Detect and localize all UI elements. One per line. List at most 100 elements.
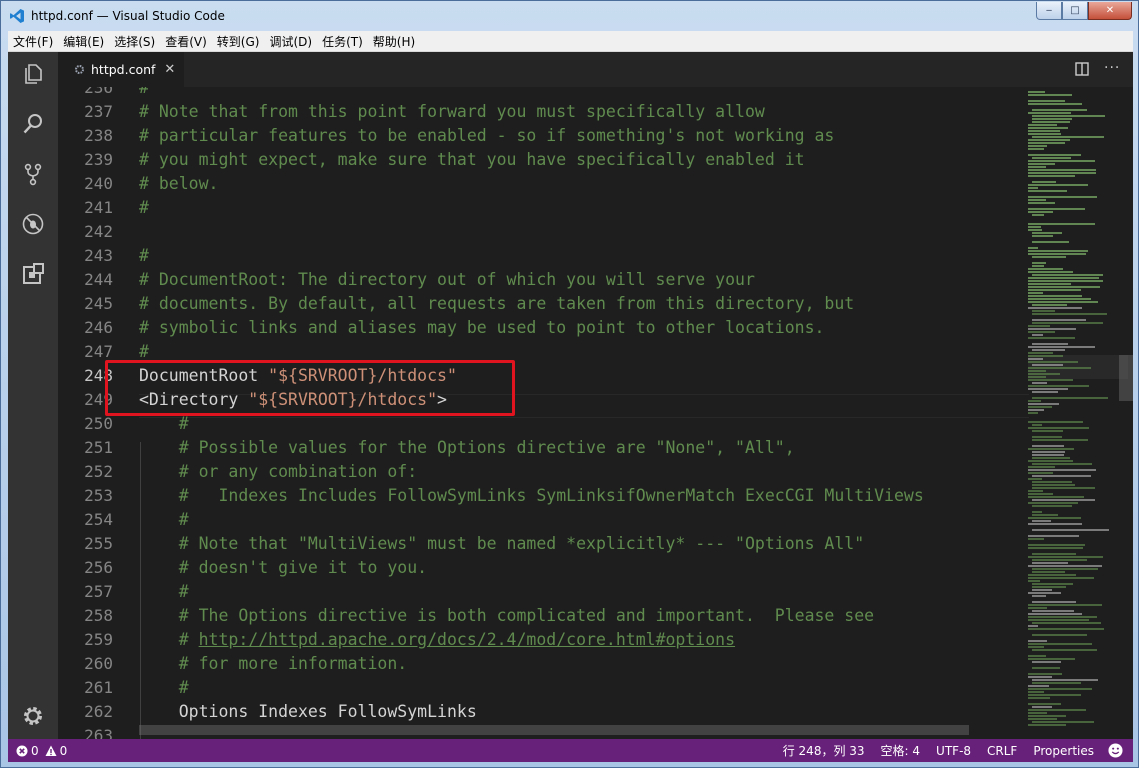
code-line[interactable]: # Note that "MultiViews" must be named *… bbox=[139, 532, 864, 556]
search-icon[interactable] bbox=[21, 112, 45, 136]
minimap-line bbox=[1028, 175, 1075, 177]
encoding[interactable]: UTF-8 bbox=[928, 744, 979, 758]
minimap-line bbox=[1028, 196, 1097, 198]
error-icon bbox=[16, 745, 28, 756]
minimap-line bbox=[1028, 448, 1074, 450]
minimap-line bbox=[1028, 100, 1065, 102]
minimap-line bbox=[1032, 181, 1056, 183]
minimap-line bbox=[1032, 382, 1047, 384]
minimap-line bbox=[1028, 427, 1089, 429]
minimap-line bbox=[1028, 640, 1047, 642]
close-window-button[interactable]: ✕ bbox=[1088, 2, 1132, 20]
explorer-icon[interactable] bbox=[21, 62, 45, 86]
feedback-smiley-icon[interactable] bbox=[1108, 743, 1123, 758]
code-line[interactable]: # bbox=[139, 508, 189, 532]
annotation-highlight-box bbox=[105, 360, 515, 416]
menu-edit[interactable]: 编辑(E) bbox=[58, 33, 109, 50]
code-line[interactable]: # Note that from this point forward you … bbox=[139, 100, 765, 124]
code-line[interactable]: # Indexes Includes FollowSymLinks SymLin… bbox=[139, 484, 924, 508]
code-line[interactable]: # bbox=[139, 580, 189, 604]
vertical-scrollbar[interactable] bbox=[1119, 87, 1133, 739]
minimap-line bbox=[1032, 634, 1087, 636]
code-link[interactable]: http://httpd.apache.org/docs/2.4/mod/cor… bbox=[199, 630, 735, 649]
minimap-line bbox=[1028, 166, 1046, 168]
code-line[interactable]: # bbox=[139, 196, 149, 220]
code-line[interactable]: # bbox=[139, 87, 149, 100]
code-token: # bbox=[139, 678, 189, 697]
code-line[interactable]: # or any combination of: bbox=[139, 460, 417, 484]
code-line[interactable]: # you might expect, make sure that you h… bbox=[139, 148, 805, 172]
scrollbar-thumb[interactable] bbox=[1119, 355, 1133, 401]
minimap-line bbox=[1028, 325, 1050, 327]
minimap[interactable] bbox=[1028, 87, 1128, 739]
minimap-line bbox=[1028, 229, 1042, 231]
code-line[interactable]: Options Indexes FollowSymLinks bbox=[139, 700, 477, 724]
line-number: 245 bbox=[84, 294, 113, 313]
menu-debug[interactable]: 调试(D) bbox=[264, 33, 317, 50]
minimap-line bbox=[1028, 361, 1078, 363]
line-number: 242 bbox=[84, 222, 113, 241]
menu-tasks[interactable]: 任务(T) bbox=[317, 33, 368, 50]
status-bar: 0 0 行 248，列 33 空格: 4 UTF-8 CRLF Properti… bbox=[8, 739, 1133, 762]
minimap-line bbox=[1032, 262, 1046, 264]
tab-close-icon[interactable]: ✕ bbox=[164, 62, 175, 77]
warning-count: 0 bbox=[59, 743, 68, 758]
end-of-line[interactable]: CRLF bbox=[979, 744, 1025, 758]
debug-icon[interactable] bbox=[21, 212, 45, 236]
settings-gear-icon[interactable] bbox=[21, 704, 45, 728]
minimap-line bbox=[1028, 328, 1076, 330]
line-number: 254 bbox=[84, 510, 113, 529]
minimap-line bbox=[1032, 463, 1092, 465]
code-line[interactable]: # for more information. bbox=[139, 652, 407, 676]
tab-httpd-conf[interactable]: httpd.conf ✕ bbox=[58, 52, 184, 87]
minimap-line bbox=[1028, 523, 1082, 525]
code-line[interactable]: # below. bbox=[139, 172, 218, 196]
minimap-line bbox=[1028, 685, 1049, 687]
minimap-line bbox=[1028, 517, 1081, 519]
split-editor-icon[interactable] bbox=[1075, 62, 1089, 76]
minimap-line bbox=[1028, 280, 1103, 282]
maximize-button[interactable]: □ bbox=[1062, 2, 1088, 20]
source-control-icon[interactable] bbox=[21, 162, 45, 186]
minimap-line bbox=[1032, 451, 1065, 453]
minimap-line bbox=[1032, 118, 1072, 120]
minimap-line bbox=[1028, 112, 1071, 114]
code-line[interactable]: # DocumentRoot: The directory out of whi… bbox=[139, 268, 755, 292]
menu-file[interactable]: 文件(F) bbox=[8, 33, 58, 50]
minimap-line bbox=[1028, 337, 1075, 339]
menu-help[interactable]: 帮助(H) bbox=[368, 33, 420, 50]
minimap-line bbox=[1028, 190, 1067, 192]
indentation[interactable]: 空格: 4 bbox=[873, 742, 929, 759]
code-line[interactable]: # bbox=[139, 676, 189, 700]
code-token: # doesn't give it to you. bbox=[139, 558, 428, 577]
code-line[interactable]: # Possible values for the Options direct… bbox=[139, 436, 795, 460]
minimap-line bbox=[1032, 445, 1064, 447]
horizontal-scrollbar[interactable] bbox=[139, 725, 969, 735]
minimap-line bbox=[1032, 397, 1108, 399]
code-line[interactable]: # The Options directive is both complica… bbox=[139, 604, 874, 628]
more-actions-icon[interactable]: ··· bbox=[1104, 60, 1120, 76]
code-line[interactable]: # particular features to be enabled - so… bbox=[139, 124, 834, 148]
line-number: 262 bbox=[84, 702, 113, 721]
extensions-icon[interactable] bbox=[21, 262, 45, 286]
cursor-position[interactable]: 行 248，列 33 bbox=[775, 742, 873, 759]
minimap-line bbox=[1032, 520, 1051, 522]
code-line[interactable]: # doesn't give it to you. bbox=[139, 556, 427, 580]
minimap-line bbox=[1028, 148, 1044, 150]
minimap-line bbox=[1032, 115, 1105, 117]
code-token: # bbox=[139, 87, 149, 97]
line-number: 237 bbox=[84, 102, 113, 121]
code-line[interactable]: # symbolic links and aliases may be used… bbox=[139, 316, 824, 340]
menu-view[interactable]: 查看(V) bbox=[160, 33, 212, 50]
menu-goto[interactable]: 转到(G) bbox=[212, 33, 265, 50]
minimap-line bbox=[1032, 109, 1087, 111]
problems-indicator[interactable]: 0 0 bbox=[16, 744, 67, 758]
menu-selection[interactable]: 选择(S) bbox=[109, 33, 160, 50]
minimap-line bbox=[1028, 574, 1076, 576]
language-mode[interactable]: Properties bbox=[1025, 744, 1102, 758]
code-line[interactable]: # bbox=[139, 244, 149, 268]
minimize-button[interactable]: ‒ bbox=[1036, 2, 1062, 20]
code-line[interactable]: # documents. By default, all requests ar… bbox=[139, 292, 854, 316]
minimap-line bbox=[1032, 514, 1058, 516]
code-line[interactable]: # http://httpd.apache.org/docs/2.4/mod/c… bbox=[139, 628, 735, 652]
